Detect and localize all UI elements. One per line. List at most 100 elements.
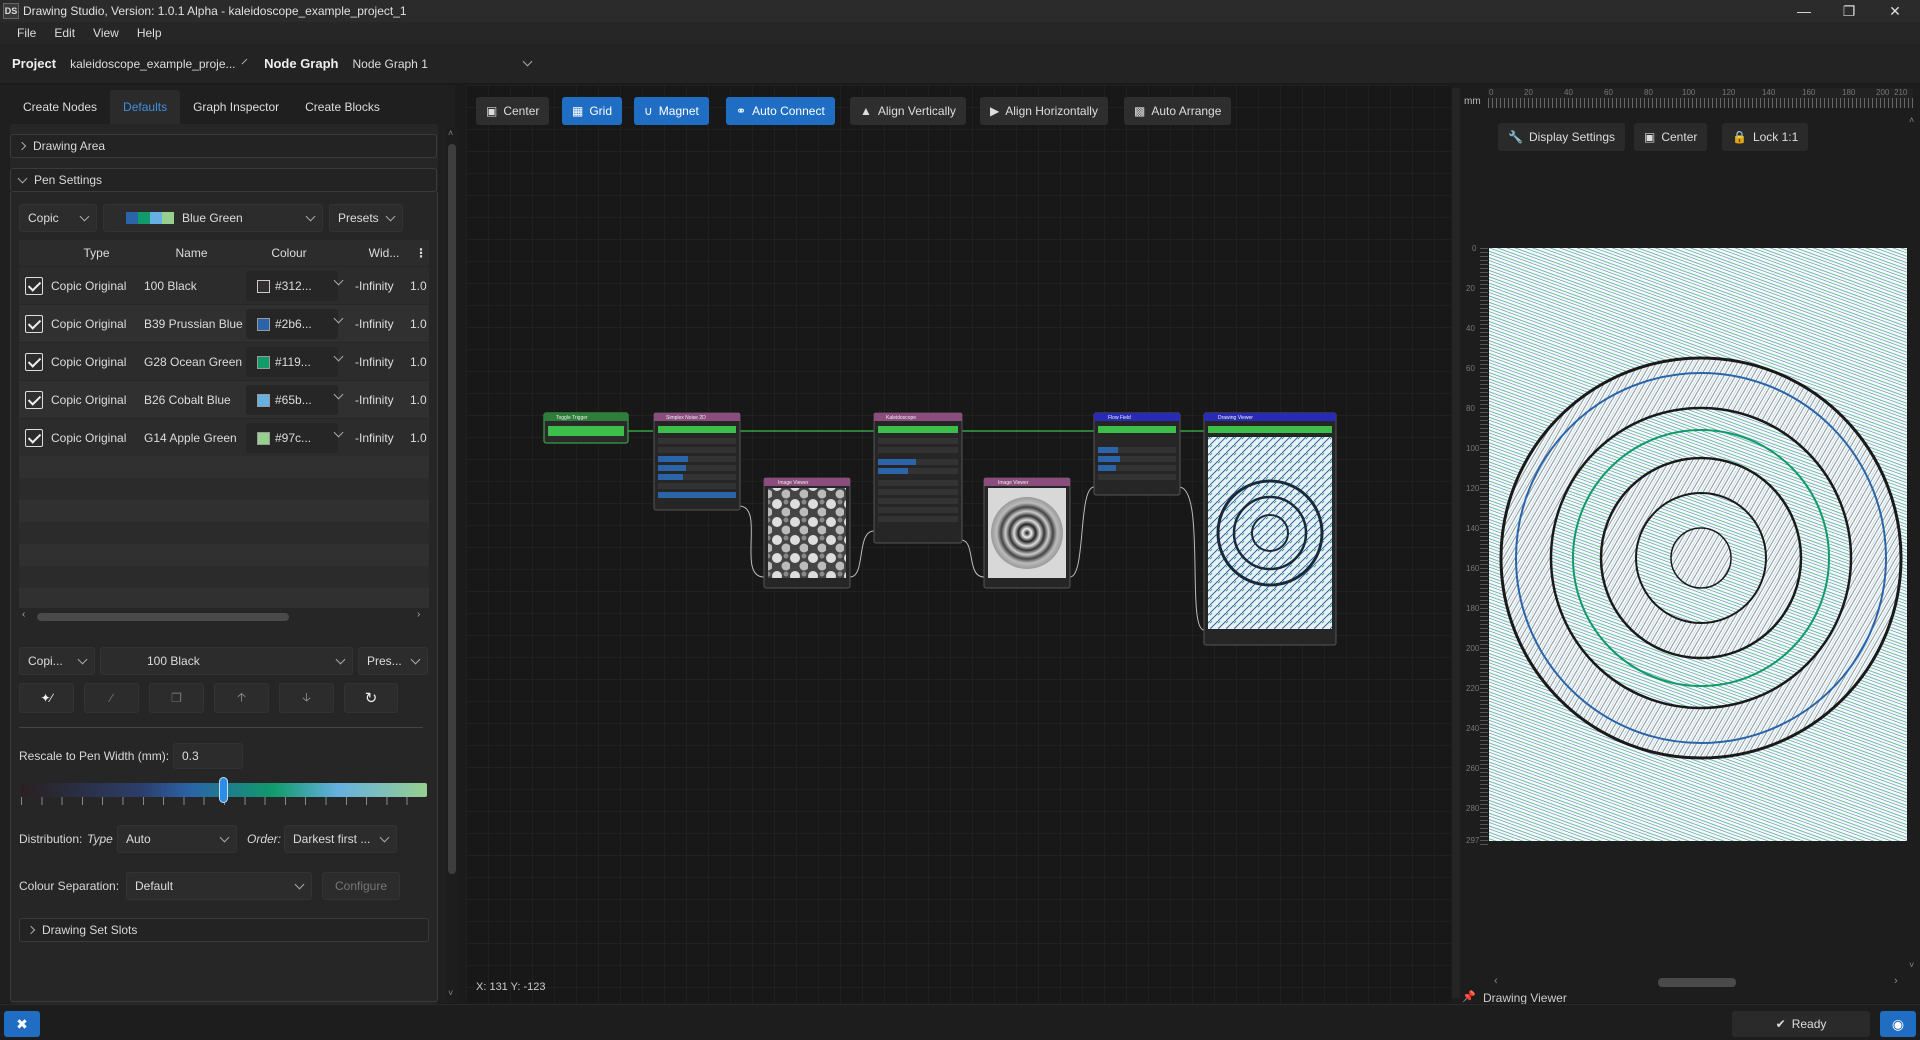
add-pen-button[interactable]: ✦∕ <box>19 683 74 713</box>
move-down-button[interactable]: 🡣 <box>279 683 334 713</box>
scrollbar-thumb[interactable] <box>448 144 456 874</box>
ruler-tick-label: 40 <box>1466 324 1475 333</box>
col-colour[interactable]: Colour <box>239 240 339 266</box>
pen-select[interactable]: 100 Black <box>100 647 353 675</box>
tab-create-blocks[interactable]: Create Blocks <box>292 90 393 124</box>
rescale-input[interactable]: 0.3 <box>173 743 243 769</box>
menu-file[interactable]: File <box>8 26 45 40</box>
drawing-set-slots-label: Drawing Set Slots <box>42 923 138 937</box>
close-icon[interactable]: ✕ <box>1872 0 1918 22</box>
row-colour: #119... <box>275 355 311 369</box>
ruler-tick-label: 220 <box>1466 684 1480 693</box>
edit-pen-button[interactable]: ∕ <box>84 683 139 713</box>
distribution-type-select[interactable]: Auto <box>117 825 237 853</box>
viewer-center-button[interactable]: ▣ Center <box>1634 123 1708 151</box>
ruler-tick-label: 20 <box>1524 88 1533 97</box>
arrow-down-icon[interactable]: ˅ <box>1909 960 1914 970</box>
row-checkbox[interactable] <box>25 391 43 409</box>
node-kaleidoscope[interactable]: Kaleidoscope <box>873 412 963 544</box>
node-flow-field[interactable]: Flow Field <box>1093 412 1181 496</box>
arrow-right-icon[interactable]: › <box>417 609 420 620</box>
menu-help[interactable]: Help <box>128 26 171 40</box>
column-menu-icon[interactable]: ⋮ <box>414 240 428 266</box>
lock-button[interactable]: 🔒 Lock 1:1 <box>1722 123 1809 151</box>
palette-select[interactable]: Blue Green <box>103 204 323 232</box>
node-image-viewer-kaleido[interactable]: Image Viewer <box>983 477 1071 589</box>
arrow-up-icon[interactable]: ˄ <box>1909 115 1914 125</box>
arrow-left-icon[interactable]: ‹ <box>1494 975 1498 987</box>
row-type: Copic Original <box>51 393 127 407</box>
ruler-tick-label: 180 <box>1466 604 1480 613</box>
window-title: Drawing Studio, Version: 1.0.1 Alpha - k… <box>23 4 407 18</box>
ruler-tick-label: 200 <box>1466 644 1480 653</box>
order-select[interactable]: Darkest first ... <box>284 825 397 853</box>
move-up-button[interactable]: 🡡 <box>214 683 269 713</box>
drawing-area-section[interactable]: Drawing Area <box>10 134 437 158</box>
table-row[interactable]: Copic Original 100 Black #312... -Infini… <box>19 266 429 304</box>
reset-button[interactable]: ↻ <box>344 683 398 713</box>
row-checkbox[interactable] <box>25 315 43 333</box>
rescale-label: Rescale to Pen Width (mm): <box>19 749 170 763</box>
scrollbar-thumb[interactable] <box>37 613 289 621</box>
project-select[interactable]: kaleidoscope_example_proje... <box>62 50 253 77</box>
configure-button[interactable]: Configure <box>322 872 400 900</box>
nodegraph-select[interactable]: Node Graph 1 <box>344 50 540 77</box>
table-row[interactable]: Copic Original B26 Cobalt Blue #65b... -… <box>19 380 429 418</box>
node-title: Toggle Trigger <box>556 415 588 421</box>
type-label: Type <box>87 832 113 846</box>
row-checkbox[interactable] <box>25 353 43 371</box>
arrow-right-icon[interactable]: › <box>1894 975 1898 987</box>
row-swatch <box>257 432 270 445</box>
node-toggle-trigger[interactable]: Toggle Trigger <box>543 412 629 444</box>
restore-icon[interactable]: ❐ <box>1826 0 1872 22</box>
drawing-area-label: Drawing Area <box>33 139 106 153</box>
row-checkbox[interactable] <box>25 277 43 295</box>
table-hscrollbar[interactable]: ‹ › <box>19 608 429 625</box>
presets-button-2[interactable]: Pres... <box>358 647 428 675</box>
drawing-set-slots-section[interactable]: Drawing Set Slots <box>19 918 429 942</box>
viewer-hscrollbar[interactable]: ‹ › <box>1488 975 1908 989</box>
node-simplex-noise[interactable]: Simplex Noise 2D <box>653 412 741 511</box>
col-width[interactable]: Wid... <box>359 240 409 266</box>
node-drawing-viewer[interactable]: Drawing Viewer <box>1203 412 1337 646</box>
tab-defaults[interactable]: Defaults <box>110 90 181 124</box>
row-checkbox[interactable] <box>25 429 43 447</box>
left-vscrollbar[interactable]: ˄ ˅ <box>446 128 458 1003</box>
pen-settings-section[interactable]: Pen Settings <box>10 168 437 192</box>
drawing-viewer-canvas[interactable] <box>1489 248 1907 841</box>
pin-icon[interactable]: 📌 <box>1462 990 1476 1003</box>
pen-brand-select-2[interactable]: Copi... <box>19 647 95 675</box>
node-image-viewer-noise[interactable]: Image Viewer <box>763 477 851 589</box>
colour-separation-value: Default <box>135 879 174 893</box>
colour-separation-select[interactable]: Default <box>126 872 312 900</box>
table-row[interactable]: Copic Original G14 Apple Green #97c... -… <box>19 418 429 456</box>
visibility-button[interactable]: ◉ <box>1880 1011 1916 1037</box>
row-min: -Infinity <box>355 279 394 293</box>
duplicate-pen-button[interactable]: ❐ <box>149 683 204 713</box>
tab-create-nodes[interactable]: Create Nodes <box>10 90 110 124</box>
display-settings-button[interactable]: 🔧 Display Settings <box>1498 123 1625 151</box>
arrow-down-icon[interactable]: ˅ <box>448 988 453 998</box>
ruler-tick-label: 280 <box>1466 804 1480 813</box>
tab-graph-inspector[interactable]: Graph Inspector <box>180 90 292 124</box>
center-icon: ▣ <box>1644 130 1656 144</box>
minimize-icon[interactable]: — <box>1781 0 1827 22</box>
pen-brand-select[interactable]: Copic <box>19 204 97 232</box>
splitter[interactable] <box>1452 88 1460 998</box>
col-name[interactable]: Name <box>144 240 239 266</box>
scrollbar-thumb[interactable] <box>1658 978 1736 987</box>
col-type[interactable]: Type <box>49 240 144 266</box>
menu-edit[interactable]: Edit <box>45 26 84 40</box>
slider-handle[interactable] <box>219 777 228 803</box>
presets-button[interactable]: Presets <box>329 204 403 232</box>
refresh-icon: ↻ <box>364 690 378 707</box>
arrow-up-icon[interactable]: ˄ <box>448 128 453 138</box>
ruler-tick-label: 200 <box>1876 88 1890 97</box>
pen-settings-label: Pen Settings <box>34 173 103 187</box>
table-row[interactable]: Copic Original B39 Prussian Blue #2b6...… <box>19 304 429 342</box>
menu-view[interactable]: View <box>84 26 128 40</box>
arrow-left-icon[interactable]: ‹ <box>22 609 25 620</box>
table-row[interactable]: Copic Original G28 Ocean Green #119... -… <box>19 342 429 380</box>
tools-button[interactable]: ✖ <box>4 1011 40 1037</box>
viewer-vscrollbar[interactable]: ˄ ˅ <box>1908 115 1918 975</box>
